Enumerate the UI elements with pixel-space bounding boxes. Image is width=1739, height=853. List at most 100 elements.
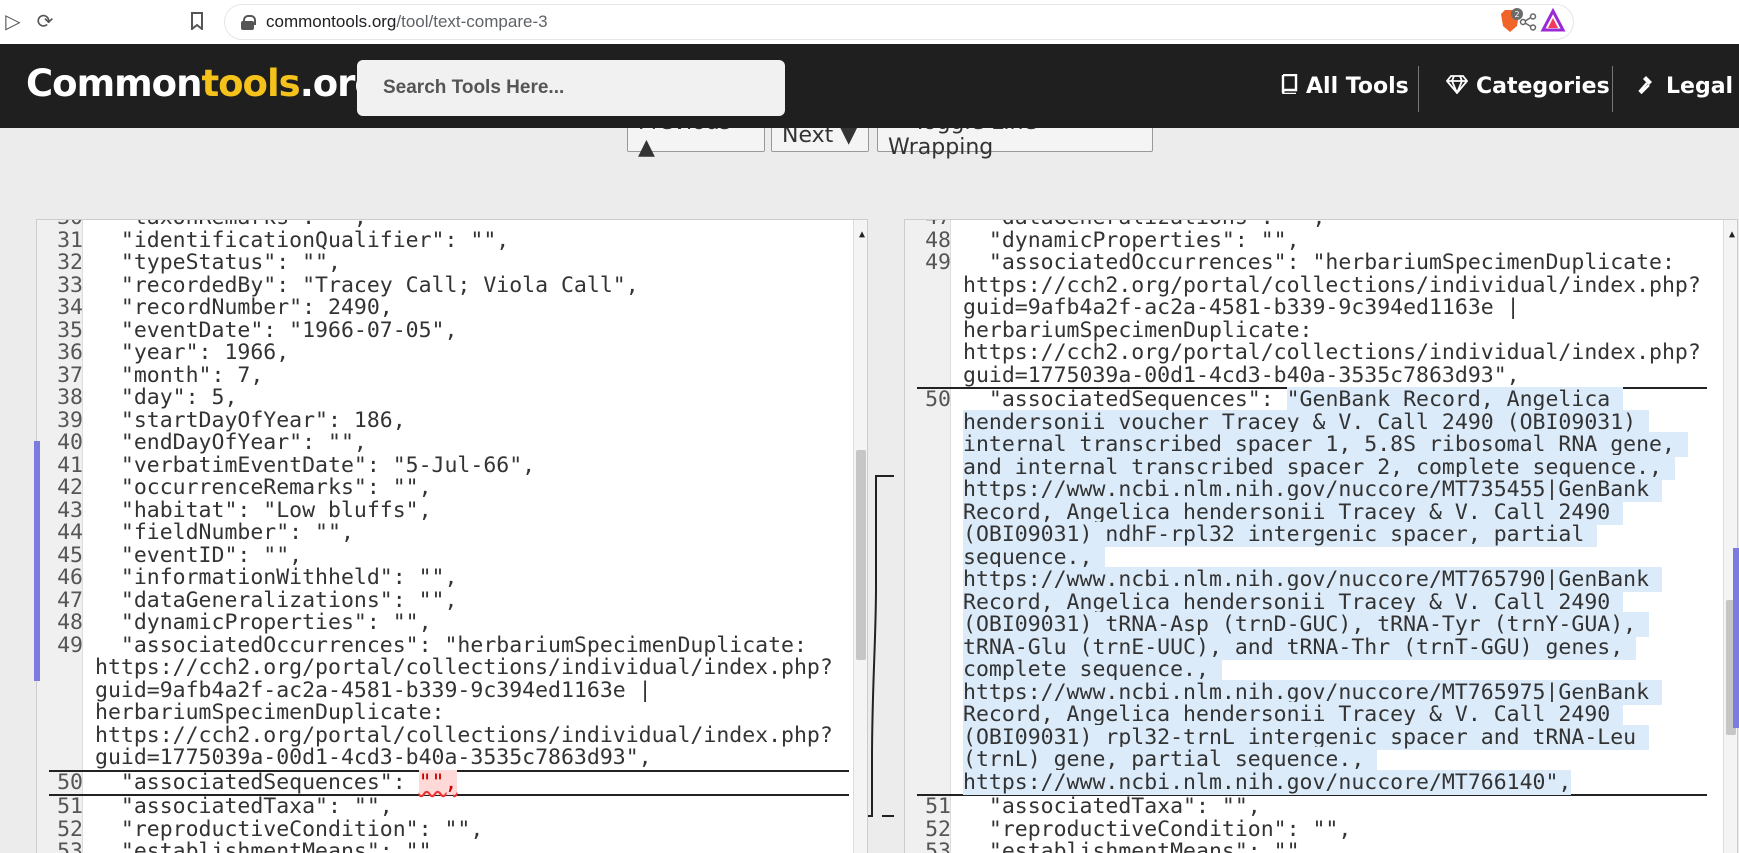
code-line[interactable]: 43 "habitat": "Low bluffs", bbox=[49, 497, 849, 523]
line-number: 38 bbox=[57, 385, 83, 410]
removed-text: "", bbox=[418, 769, 458, 795]
code-line[interactable]: 50 "associatedSequences": "", bbox=[49, 769, 849, 796]
code-line[interactable]: 51 "associatedTaxa": "", bbox=[917, 794, 1707, 819]
line-number: 36 bbox=[57, 340, 83, 365]
scroll-up-arrow-icon[interactable]: ▲ bbox=[1729, 224, 1735, 247]
line-text: "verbatimEventDate": "5-Jul-66", bbox=[95, 452, 536, 478]
code-line[interactable]: 52 "reproductiveCondition": "", bbox=[917, 816, 1707, 842]
line-text: "associatedSequences": bbox=[95, 769, 419, 795]
code-line[interactable]: 47 "dataGeneralizations": "", bbox=[49, 587, 849, 613]
rewards-icon[interactable] bbox=[1540, 7, 1566, 34]
left-vertical-scrollbar[interactable]: ▲ bbox=[853, 220, 867, 853]
code-line[interactable]: 42 "occurrenceRemarks": "", bbox=[49, 475, 849, 500]
toggle-line-wrapping-button[interactable]: ↩ Toggle Line Wrapping bbox=[877, 128, 1153, 160]
right-change-marker bbox=[1733, 548, 1739, 728]
line-text: "establishmentMeans": "", bbox=[963, 839, 1313, 853]
line-number: 51 bbox=[925, 794, 951, 819]
url-host: commontools.org bbox=[266, 12, 397, 31]
code-line[interactable]: 48 "dynamicProperties": "", bbox=[49, 610, 849, 635]
code-line[interactable]: 33 "recordedBy": "Tracey Call; Viola Cal… bbox=[49, 272, 849, 298]
line-text: "eventID": "", bbox=[95, 542, 303, 568]
line-text: "day": 5, bbox=[95, 385, 238, 410]
line-text: "eventDate": "1966-07-05", bbox=[95, 317, 458, 343]
line-text: "identificationQualifier": "", bbox=[95, 227, 510, 253]
code-line[interactable]: 38 "day": 5, bbox=[49, 385, 849, 410]
gavel-icon bbox=[1638, 74, 1658, 99]
left-change-marker bbox=[34, 441, 40, 681]
line-text: "associatedSequences": bbox=[963, 387, 1287, 412]
search-tools-input[interactable] bbox=[357, 60, 785, 116]
line-number: 53 bbox=[57, 839, 83, 853]
line-number: 31 bbox=[57, 227, 83, 253]
code-line[interactable]: 45 "eventID": "", bbox=[49, 542, 849, 568]
address-bar[interactable]: commontools.org/tool/text-compare-3 bbox=[224, 4, 1574, 40]
site-header: Commontools.org All Tools Categories Leg… bbox=[0, 44, 1739, 128]
nav-divider bbox=[1612, 66, 1613, 112]
line-number: 44 bbox=[57, 520, 83, 545]
nav-legal[interactable]: Legal bbox=[1638, 68, 1733, 104]
code-line[interactable]: 32 "typeStatus": "", bbox=[49, 250, 849, 275]
nav-categories[interactable]: Categories bbox=[1445, 68, 1610, 104]
reload-icon[interactable]: ⟳ bbox=[32, 8, 58, 34]
forward-icon[interactable]: ▷ bbox=[0, 8, 26, 34]
line-text: "habitat": "Low bluffs", bbox=[95, 497, 432, 523]
line-number: 49 bbox=[57, 632, 83, 658]
code-line[interactable]: 51 "associatedTaxa": "", bbox=[49, 794, 849, 819]
right-vertical-scrollbar[interactable]: ▲ bbox=[1723, 220, 1737, 853]
line-text: "dataGeneralizations": "", bbox=[95, 587, 458, 613]
code-line[interactable]: 52 "reproductiveCondition": "", bbox=[49, 818, 849, 842]
code-line[interactable]: 35 "eventDate": "1966-07-05", bbox=[49, 317, 849, 343]
line-number: 40 bbox=[57, 430, 83, 455]
line-number: 52 bbox=[925, 816, 951, 842]
site-logo[interactable]: Commontools.org bbox=[26, 62, 381, 105]
code-line[interactable]: 31 "identificationQualifier": "", bbox=[49, 227, 849, 253]
line-text: "dynamicProperties": "", bbox=[95, 610, 432, 635]
left-text-pane[interactable]: 30 "taxonRemarks": "",31 "identification… bbox=[36, 219, 868, 853]
line-text: "reproductiveCondition": "", bbox=[963, 816, 1352, 842]
diamond-icon bbox=[1445, 74, 1469, 99]
next-diff-button[interactable]: Next ▼ bbox=[771, 128, 869, 152]
lock-icon bbox=[241, 14, 256, 30]
code-line[interactable]: 49 "associatedOccurrences": "herbariumSp… bbox=[917, 250, 1707, 387]
line-text: "typeStatus": "", bbox=[95, 250, 341, 275]
code-line[interactable]: 49 "associatedOccurrences": "herbariumSp… bbox=[49, 632, 849, 770]
code-line[interactable]: 41 "verbatimEventDate": "5-Jul-66", bbox=[49, 452, 849, 478]
nav-all-tools[interactable]: All Tools bbox=[1280, 68, 1409, 104]
line-text: "establishmentMeans": "", bbox=[95, 839, 445, 853]
diff-connector bbox=[868, 475, 894, 817]
code-line[interactable]: 53 "establishmentMeans": "", bbox=[917, 839, 1707, 853]
line-text: "recordedBy": "Tracey Call; Viola Call", bbox=[95, 272, 639, 298]
line-number: 33 bbox=[57, 272, 83, 298]
code-line[interactable]: 39 "startDayOfYear": 186, bbox=[49, 409, 849, 433]
compare-page: Previous ▲ Next ▼ ↩ Toggle Line Wrapping… bbox=[0, 128, 1739, 853]
line-number: 51 bbox=[57, 794, 83, 819]
right-code-lines[interactable]: 47 "dataGeneralizations": "",48 "dynamic… bbox=[917, 220, 1707, 853]
code-line[interactable]: 36 "year": 1966, bbox=[49, 340, 849, 365]
right-text-pane[interactable]: 47 "dataGeneralizations": "",48 "dynamic… bbox=[904, 219, 1738, 853]
brave-shield-icon[interactable]: 2 bbox=[1497, 8, 1523, 34]
code-line[interactable]: 37 "month": 7, bbox=[49, 364, 849, 388]
code-line[interactable]: 40 "endDayOfYear": "", bbox=[49, 430, 849, 455]
code-line[interactable]: 34 "recordNumber": 2490, bbox=[49, 296, 849, 320]
line-text: "occurrenceRemarks": "", bbox=[95, 475, 432, 500]
url-path: /tool/text-compare-3 bbox=[396, 12, 548, 31]
code-line[interactable]: 46 "informationWithheld": "", bbox=[49, 566, 849, 590]
bookmark-icon[interactable] bbox=[184, 8, 210, 34]
code-line[interactable]: 48 "dynamicProperties": "", bbox=[917, 229, 1707, 253]
book-icon bbox=[1280, 73, 1298, 99]
left-code-lines[interactable]: 30 "taxonRemarks": "",31 "identification… bbox=[49, 220, 849, 853]
line-number: 53 bbox=[925, 839, 951, 853]
line-number: 49 bbox=[925, 250, 951, 275]
line-number: 32 bbox=[57, 250, 83, 275]
line-number: 47 bbox=[57, 587, 83, 613]
line-text: "associatedOccurrences": "herbariumSpeci… bbox=[95, 632, 833, 770]
code-line[interactable]: 53 "establishmentMeans": "", bbox=[49, 839, 849, 853]
line-text: "associatedTaxa": "", bbox=[95, 794, 393, 819]
code-line[interactable]: 50 "associatedSequences": "GenBank Recor… bbox=[917, 387, 1707, 796]
line-number: 35 bbox=[57, 317, 83, 343]
line-number: 48 bbox=[57, 610, 83, 635]
scroll-up-arrow-icon[interactable]: ▲ bbox=[859, 224, 865, 247]
code-line[interactable]: 44 "fieldNumber": "", bbox=[49, 520, 849, 545]
left-scroll-thumb[interactable] bbox=[856, 450, 866, 660]
previous-diff-button[interactable]: Previous ▲ bbox=[627, 128, 765, 160]
